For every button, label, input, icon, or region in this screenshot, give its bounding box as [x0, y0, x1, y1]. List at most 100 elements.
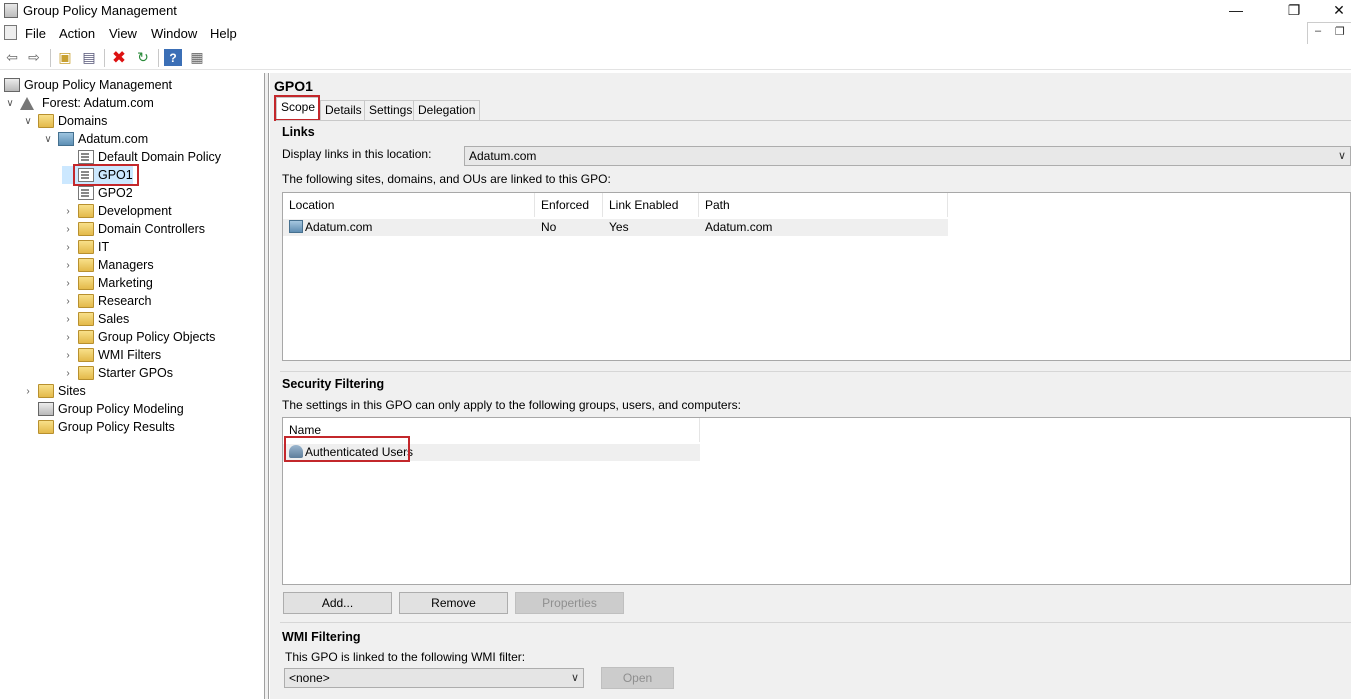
remove-button[interactable]: Remove: [399, 592, 508, 614]
expand-arrow-icon[interactable]: ›: [62, 332, 74, 343]
tree-item-label: Group Policy Objects: [98, 330, 216, 344]
menu-view[interactable]: View: [109, 26, 137, 41]
document-icon[interactable]: [4, 25, 17, 40]
results-icon: [38, 420, 54, 434]
folder-icon: [78, 330, 94, 344]
expand-arrow-icon[interactable]: ›: [62, 350, 74, 361]
help-icon[interactable]: ?: [164, 49, 182, 66]
mdi-minimize-button[interactable]: –: [1315, 25, 1321, 37]
forest-icon: [20, 96, 34, 110]
expand-arrow-icon[interactable]: ›: [22, 386, 34, 397]
wmi-filter-combo[interactable]: <none> ∨: [284, 668, 584, 688]
tree-item-development[interactable]: › Development: [62, 202, 172, 220]
tree-item-sales[interactable]: › Sales: [62, 310, 129, 328]
tree-item-it[interactable]: › IT: [62, 238, 109, 256]
expand-arrow-icon[interactable]: ›: [62, 242, 74, 253]
tree-item-starter-gpos[interactable]: › Starter GPOs: [62, 364, 173, 382]
tree-sites[interactable]: › Sites: [22, 382, 86, 400]
highlight-authenticated-users: [284, 436, 410, 462]
tree-results[interactable]: Group Policy Results: [22, 418, 175, 436]
tree-item-label: WMI Filters: [98, 348, 162, 362]
menu-action[interactable]: Action: [59, 26, 95, 41]
toolbar: ⇦ ⇨ ▣ ▤ ✖ ↻ ? ▦: [0, 45, 1351, 70]
tree-domain[interactable]: ∨ Adatum.com: [42, 130, 148, 148]
menu-window[interactable]: Window: [151, 26, 197, 41]
folder-icon: [38, 114, 54, 128]
close-button[interactable]: ✕: [1316, 0, 1351, 22]
back-icon[interactable]: ⇦: [3, 49, 21, 66]
col-link-enabled[interactable]: Link Enabled: [603, 193, 699, 217]
delete-icon[interactable]: ✖: [110, 48, 128, 67]
tree-item-gpo2[interactable]: GPO2: [62, 184, 133, 202]
ou-folder-icon: [78, 312, 94, 326]
folder-icon: [78, 366, 94, 380]
open-button[interactable]: Open: [601, 667, 674, 689]
collapse-arrow-icon[interactable]: ∨: [22, 116, 34, 127]
menu-bar: File Action View Window Help: [0, 22, 1351, 44]
links-desc: The following sites, domains, and OUs ar…: [282, 172, 611, 186]
tree-item-label: Development: [98, 204, 172, 218]
menu-file[interactable]: File: [25, 26, 46, 41]
display-links-combo[interactable]: Adatum.com ∨: [464, 146, 1351, 166]
tab-delegation[interactable]: Delegation: [413, 100, 481, 120]
restore-button[interactable]: ❐: [1271, 0, 1317, 22]
expand-arrow-icon[interactable]: ›: [62, 368, 74, 379]
domain-icon: [289, 220, 303, 234]
console-tree: Group Policy Management ∨ Forest: Adatum…: [0, 73, 265, 699]
minimize-button[interactable]: —: [1213, 0, 1259, 22]
wmi-filtering-title: WMI Filtering: [282, 630, 361, 644]
expand-arrow-icon[interactable]: ›: [62, 278, 74, 289]
add-button[interactable]: Add...: [283, 592, 392, 614]
wmi-filtering-desc: This GPO is linked to the following WMI …: [285, 650, 526, 664]
chevron-down-icon: ∨: [570, 672, 579, 684]
tab-details[interactable]: Details: [320, 100, 367, 120]
section-divider: [280, 622, 1351, 623]
security-filtering-list[interactable]: Name Authenticated Users: [282, 417, 1351, 585]
security-filtering-desc: The settings in this GPO can only apply …: [282, 398, 741, 412]
mdi-restore-button[interactable]: ❐: [1335, 25, 1345, 38]
tree-root[interactable]: Group Policy Management: [4, 76, 172, 94]
tree-forest[interactable]: ∨ Forest: Adatum.com: [4, 94, 154, 112]
domain-icon: [58, 132, 74, 146]
links-list[interactable]: Location Enforced Link Enabled Path Adat…: [282, 192, 1351, 361]
tree-item-managers[interactable]: › Managers: [62, 256, 154, 274]
properties-button[interactable]: Properties: [515, 592, 624, 614]
wmi-filter-value: <none>: [289, 671, 330, 685]
tree-domains[interactable]: ∨ Domains: [22, 112, 107, 130]
table-row[interactable]: Adatum.com No Yes Adatum.com: [283, 219, 948, 236]
expand-arrow-icon[interactable]: ›: [62, 314, 74, 325]
col-location[interactable]: Location: [283, 193, 535, 217]
tree-item-marketing[interactable]: › Marketing: [62, 274, 153, 292]
col-enforced[interactable]: Enforced: [535, 193, 603, 217]
tree-item-wmi-filters[interactable]: › WMI Filters: [62, 346, 161, 364]
ou-folder-icon: [78, 222, 94, 236]
tree-item-domain-controllers[interactable]: › Domain Controllers: [62, 220, 205, 238]
expand-arrow-icon[interactable]: ›: [62, 296, 74, 307]
cell-path: Adatum.com: [705, 220, 773, 234]
menu-help[interactable]: Help: [210, 26, 237, 41]
forward-icon[interactable]: ⇨: [25, 49, 43, 66]
pane-splitter[interactable]: [265, 73, 269, 699]
tree-item-label: Managers: [98, 258, 154, 272]
refresh-icon[interactable]: ↻: [134, 49, 152, 66]
tree-item-label: Starter GPOs: [98, 366, 174, 380]
section-divider: [280, 371, 1351, 372]
col-path[interactable]: Path: [699, 193, 948, 217]
sites-icon: [38, 384, 54, 398]
tree-modeling[interactable]: Group Policy Modeling: [22, 400, 184, 418]
tree-domains-label: Domains: [58, 114, 108, 128]
expand-arrow-icon[interactable]: ›: [62, 260, 74, 271]
collapse-arrow-icon[interactable]: ∨: [42, 134, 54, 145]
expand-arrow-icon[interactable]: ›: [62, 206, 74, 217]
tree-item-group-policy-objects[interactable]: › Group Policy Objects: [62, 328, 215, 346]
display-links-label: Display links in this location:: [282, 147, 432, 161]
ou-folder-icon: [78, 276, 94, 290]
show-hide-tree-icon[interactable]: ▤: [80, 49, 98, 66]
tab-settings[interactable]: Settings: [364, 100, 418, 120]
expand-arrow-icon[interactable]: ›: [62, 224, 74, 235]
tree-item-label: Default Domain Policy: [98, 150, 221, 164]
properties-icon[interactable]: ▦: [188, 49, 206, 66]
tree-item-research[interactable]: › Research: [62, 292, 152, 310]
up-folder-icon[interactable]: ▣: [56, 49, 74, 66]
collapse-arrow-icon[interactable]: ∨: [4, 98, 16, 109]
